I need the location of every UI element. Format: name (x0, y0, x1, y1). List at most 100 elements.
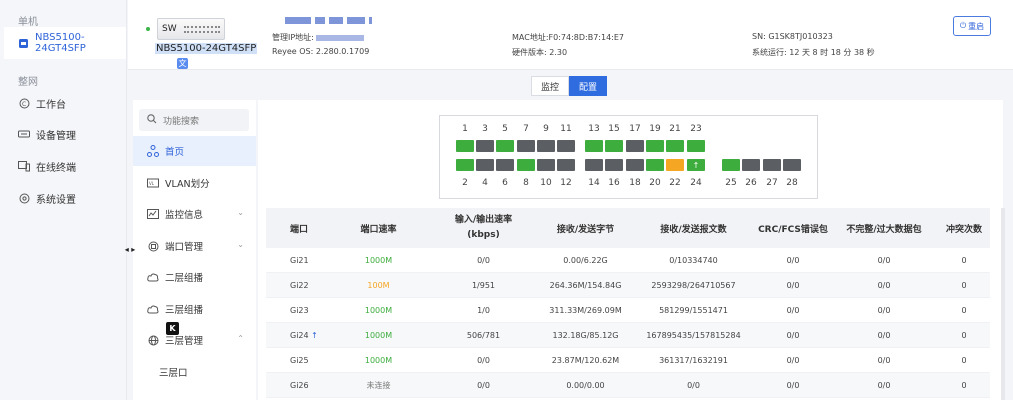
cell-crc: 0/0 (786, 330, 800, 340)
menu-item-monitor-info[interactable]: 监控信息 ⌄ (133, 199, 256, 229)
table-scrollbar[interactable] (1001, 208, 1005, 400)
cell-rate: 506/781 (466, 330, 501, 340)
cloud-icon (147, 303, 159, 315)
port-number-label: 19 (649, 124, 661, 134)
header-speed: 端口速率 (360, 224, 397, 235)
svg-text:C: C (22, 101, 26, 108)
port-20[interactable] (646, 159, 664, 171)
port-25[interactable] (722, 159, 740, 171)
port-23[interactable] (687, 140, 705, 152)
hw-label: 硬件版本: (512, 48, 547, 57)
tab-monitor[interactable]: 监控 (531, 76, 569, 96)
collapse-toggle-icon[interactable]: ◂ ▸ (121, 240, 139, 258)
sidebar-item-device-mgmt[interactable]: 设备管理 (4, 118, 126, 150)
chevron-down-icon: ⌄ (237, 240, 244, 249)
menu-item-l3-multicast[interactable]: 三层组播 (133, 294, 256, 324)
port-4[interactable] (476, 159, 494, 171)
port-1[interactable] (456, 140, 474, 152)
cell-rate: 1/951 (471, 280, 496, 290)
port-27[interactable] (763, 159, 781, 171)
sidebar-item-online-terminals[interactable]: 在线终端 (4, 150, 126, 182)
port-7[interactable] (517, 140, 535, 152)
port-11[interactable] (557, 140, 575, 152)
menu-item-vlan[interactable]: VL VLAN划分 (133, 168, 256, 198)
sidebar-item-workbench[interactable]: C 工作台 (4, 87, 126, 119)
translate-icon[interactable]: 文 (177, 58, 188, 69)
table-row: Gi24 ↑ 1000M 506/781 132.18G/85.12G 16789543… (266, 323, 990, 348)
view-tabs: 监控 配置 (531, 76, 607, 96)
restart-label: 重启 (968, 21, 985, 31)
hw-value: 2.30 (549, 48, 568, 57)
restart-button[interactable]: ⏻ 重启 (953, 16, 991, 36)
port-8[interactable] (517, 159, 535, 171)
port-12[interactable] (557, 159, 575, 171)
cell-speed: 1000M (364, 305, 393, 315)
port-13[interactable] (585, 140, 603, 152)
device-icon (18, 128, 30, 140)
port-22[interactable] (666, 159, 684, 171)
port-14[interactable] (585, 159, 603, 171)
cloud-icon (147, 271, 159, 283)
shortcut-badge: K (166, 322, 179, 335)
uptime-row: 系统运行: 12 天 8 时 18 分 38 秒 (752, 47, 875, 58)
menu-item-l3-interface[interactable]: 三层口 (133, 357, 256, 387)
sidebar-item-system-settings[interactable]: 系统设置 (4, 182, 126, 214)
port-26[interactable] (742, 159, 760, 171)
port-18[interactable] (626, 159, 644, 171)
cell-bytes: 23.87M/120.62M (551, 355, 620, 365)
port-16[interactable] (605, 159, 623, 171)
dashboard-icon: C (18, 97, 30, 109)
tab-config[interactable]: 配置 (569, 76, 607, 96)
cell-port: Gi22 (290, 280, 309, 290)
port-5[interactable] (496, 140, 514, 152)
port-15[interactable] (605, 140, 623, 152)
menu-item-l3-mgmt[interactable]: 三层管理 ⌃ (133, 325, 256, 355)
sidebar-item-label: 在线终端 (36, 162, 76, 174)
port-17[interactable] (626, 140, 644, 152)
cell-incomplete: 0/0 (877, 255, 891, 265)
chevron-down-icon: ⌄ (237, 208, 244, 217)
sidebar-item-device[interactable]: NBS5100-24GT4SFP (4, 27, 126, 59)
table-body: Gi21 1000M 0/0 0.00/6.22G 0/10334740 0/0 0/0 0 G… (266, 248, 990, 398)
device-name: NBS5100-24GT4SFP (155, 43, 258, 54)
cell-port: Gi21 (290, 255, 309, 265)
port-number-label: 24 (690, 178, 702, 188)
port-2[interactable] (456, 159, 474, 171)
sidebar-item-label: 系统设置 (36, 194, 76, 206)
port-6[interactable] (496, 159, 514, 171)
mac-value: F0:74:8D:B7:14:E7 (548, 33, 625, 42)
port-number-label: 15 (608, 124, 620, 134)
port-10[interactable] (537, 159, 555, 171)
port-number-label: 7 (523, 124, 529, 134)
cell-crc: 0/0 (786, 380, 800, 390)
cell-speed: 1000M (364, 255, 393, 265)
cell-incomplete: 0/0 (877, 305, 891, 315)
port-19[interactable] (646, 140, 664, 152)
port-number-label: 20 (649, 178, 661, 188)
mgmt-ip-row: 管理IP地址: (272, 32, 365, 43)
left-sidebar: 单机 NBS5100-24GT4SFP 整网 C 工作台 设备管理 在线终端 系… (0, 0, 127, 400)
mac-row: MAC地址:F0:74:8D:B7:14:E7 (512, 32, 624, 43)
port-28[interactable] (783, 159, 801, 171)
port-number-label: 5 (502, 124, 508, 134)
menu-item-l2-multicast[interactable]: 二层组播 (133, 262, 256, 292)
mgmt-ip-label: 管理IP地址: (272, 33, 314, 42)
cell-rate: 0/0 (477, 355, 490, 365)
port-24[interactable]: ↑ (687, 159, 705, 171)
cell-crc: 0/0 (786, 255, 800, 265)
cell-collisions: 0 (961, 280, 967, 290)
cell-packets: 581299/1551471 (659, 305, 728, 315)
menu-item-label: 监控信息 (165, 210, 204, 221)
port-9[interactable] (537, 140, 555, 152)
port-21[interactable] (666, 140, 684, 152)
port-stats-table: 端口 端口速率 输入/输出速率 (kbps) 接收/发送字节 接收/发送报文数 … (266, 208, 990, 398)
menu-item-port-mgmt[interactable]: 端口管理 ⌄ (133, 231, 256, 261)
menu-item-home[interactable]: 首页 (133, 136, 256, 166)
cell-incomplete: 0/0 (877, 355, 891, 365)
table-row: Gi21 1000M 0/0 0.00/6.22G 0/10334740 0/0 0/0 0 (266, 248, 990, 273)
online-status-dot (146, 27, 150, 31)
port-number-label: 11 (560, 124, 572, 134)
port-3[interactable] (476, 140, 494, 152)
function-search-input[interactable]: 功能搜索 (139, 109, 249, 131)
function-menu: 功能搜索 首页 VL VLAN划分 监控信息 ⌄ 端口管理 ⌄ 二层组播 三层组… (133, 100, 256, 400)
